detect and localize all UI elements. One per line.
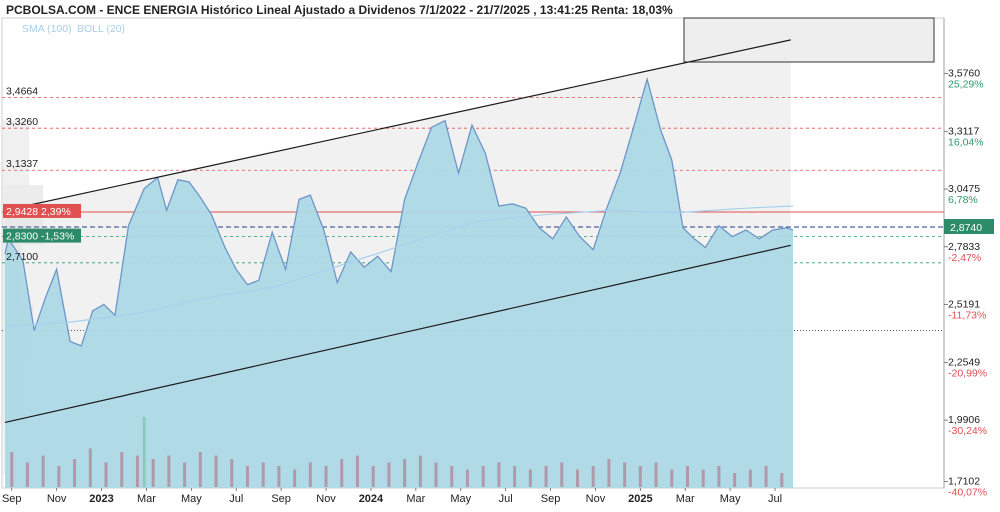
volume-bar xyxy=(685,466,689,487)
x-tick-label: Jul xyxy=(229,493,243,505)
level-badge-text: 2,8300 -1,53% xyxy=(6,231,74,243)
volume-bar xyxy=(607,459,611,487)
volume-bar xyxy=(403,459,407,487)
right-axis-pct: 16,04% xyxy=(948,136,984,148)
volume-bar xyxy=(497,462,501,487)
right-price-axis: 3,576025,29%3,311716,04%3,04756,78%2,783… xyxy=(943,18,987,498)
volume-bar xyxy=(73,459,77,487)
x-axis: Sep Nov 2023 Mar May Jul Sep Nov 2024 Mar May Jul Se… xyxy=(2,488,782,505)
volume-bar xyxy=(245,466,249,487)
volume-bar xyxy=(418,455,422,487)
current-price-badge: 2,8740 xyxy=(944,218,994,234)
right-axis-pct: -11,73% xyxy=(948,310,986,322)
volume-bar xyxy=(434,462,438,487)
x-tick-label: 2023 xyxy=(89,493,113,505)
volume-bar xyxy=(41,455,45,487)
legend-boll[interactable]: BOLL (20) xyxy=(77,23,125,35)
right-axis-pct: -2,47% xyxy=(948,252,981,264)
volume-bar xyxy=(733,473,737,487)
volume-bar xyxy=(142,417,146,487)
volume-bar xyxy=(57,466,61,487)
volume-bar xyxy=(654,462,658,487)
volume-bar xyxy=(214,455,218,487)
volume-bar xyxy=(748,469,752,487)
volume-bar xyxy=(355,455,359,487)
volume-bar xyxy=(387,462,391,487)
right-axis-pct: -40,07% xyxy=(948,486,987,498)
volume-bar xyxy=(277,466,281,487)
x-tick-label: 2025 xyxy=(628,493,652,505)
volume-bar xyxy=(308,462,312,487)
x-tick-label: Sep xyxy=(541,493,561,505)
volume-bar xyxy=(481,466,485,487)
volume-bar xyxy=(88,448,92,487)
volume-bar xyxy=(293,469,297,487)
volume-bar xyxy=(701,469,705,487)
x-tick-label: May xyxy=(181,493,202,505)
volume-bar xyxy=(623,462,627,487)
right-axis-pct: -20,99% xyxy=(948,367,987,379)
volume-bar xyxy=(450,466,454,487)
x-tick-label: May xyxy=(450,493,471,505)
left-level-label: 3,1337 xyxy=(6,158,38,170)
volume-bar xyxy=(104,462,108,487)
volume-bar xyxy=(183,462,187,487)
volume-bar xyxy=(528,469,532,487)
volume-bar xyxy=(340,459,344,487)
x-tick-label: 2024 xyxy=(359,493,384,505)
x-tick-label: Sep xyxy=(2,493,22,505)
current-price-text: 2,8740 xyxy=(950,222,982,234)
x-tick-label: Mar xyxy=(137,493,156,505)
volume-bar xyxy=(717,466,721,487)
right-axis-pct: -30,24% xyxy=(948,425,987,437)
volume-bar xyxy=(371,466,375,487)
left-level-label: 3,4664 xyxy=(6,85,38,97)
x-tick-label: Jul xyxy=(768,493,782,505)
volume-bar xyxy=(638,466,642,487)
volume-bar xyxy=(465,469,469,487)
volume-bar xyxy=(261,462,265,487)
volume-bar xyxy=(25,462,29,487)
price-chart: 3,4664 3,3260 3,1337 2,7100 2,9428 2,39% 2,8… xyxy=(1,3,994,505)
x-tick-label: Jul xyxy=(499,493,513,505)
x-tick-label: Mar xyxy=(676,493,695,505)
chart-title: PCBOLSA.COM - ENCE ENERGIA Histórico Lin… xyxy=(6,3,673,17)
right-axis-pct: 6,78% xyxy=(948,194,978,206)
volume-bar xyxy=(167,455,171,487)
volume-bar xyxy=(513,466,517,487)
volume-bar xyxy=(591,466,595,487)
volume-bar xyxy=(780,473,784,487)
x-tick-label: Nov xyxy=(47,493,67,505)
volume-bar xyxy=(324,466,328,487)
right-axis-pct: 25,29% xyxy=(948,79,984,91)
volume-bar xyxy=(230,459,234,487)
legend-sma[interactable]: SMA (100) xyxy=(22,23,72,35)
volume-bar xyxy=(151,459,155,487)
volume-bar xyxy=(560,462,564,487)
volume-bar xyxy=(198,452,202,487)
x-tick-label: Mar xyxy=(406,493,425,505)
volume-bar xyxy=(764,466,768,487)
x-tick-label: Sep xyxy=(271,493,291,505)
x-tick-label: Nov xyxy=(586,493,606,505)
volume-bar xyxy=(135,455,139,487)
level-badge-text: 2,9428 2,39% xyxy=(6,206,71,218)
volume-bar xyxy=(575,469,579,487)
volume-bar xyxy=(670,469,674,487)
x-tick-label: Nov xyxy=(316,493,336,505)
left-level-label: 3,3260 xyxy=(6,116,38,128)
x-tick-label: May xyxy=(720,493,741,505)
left-level-label: 2,7100 xyxy=(6,251,38,263)
volume-bar xyxy=(10,452,14,487)
volume-bar xyxy=(120,452,124,487)
volume-bar xyxy=(544,466,548,487)
